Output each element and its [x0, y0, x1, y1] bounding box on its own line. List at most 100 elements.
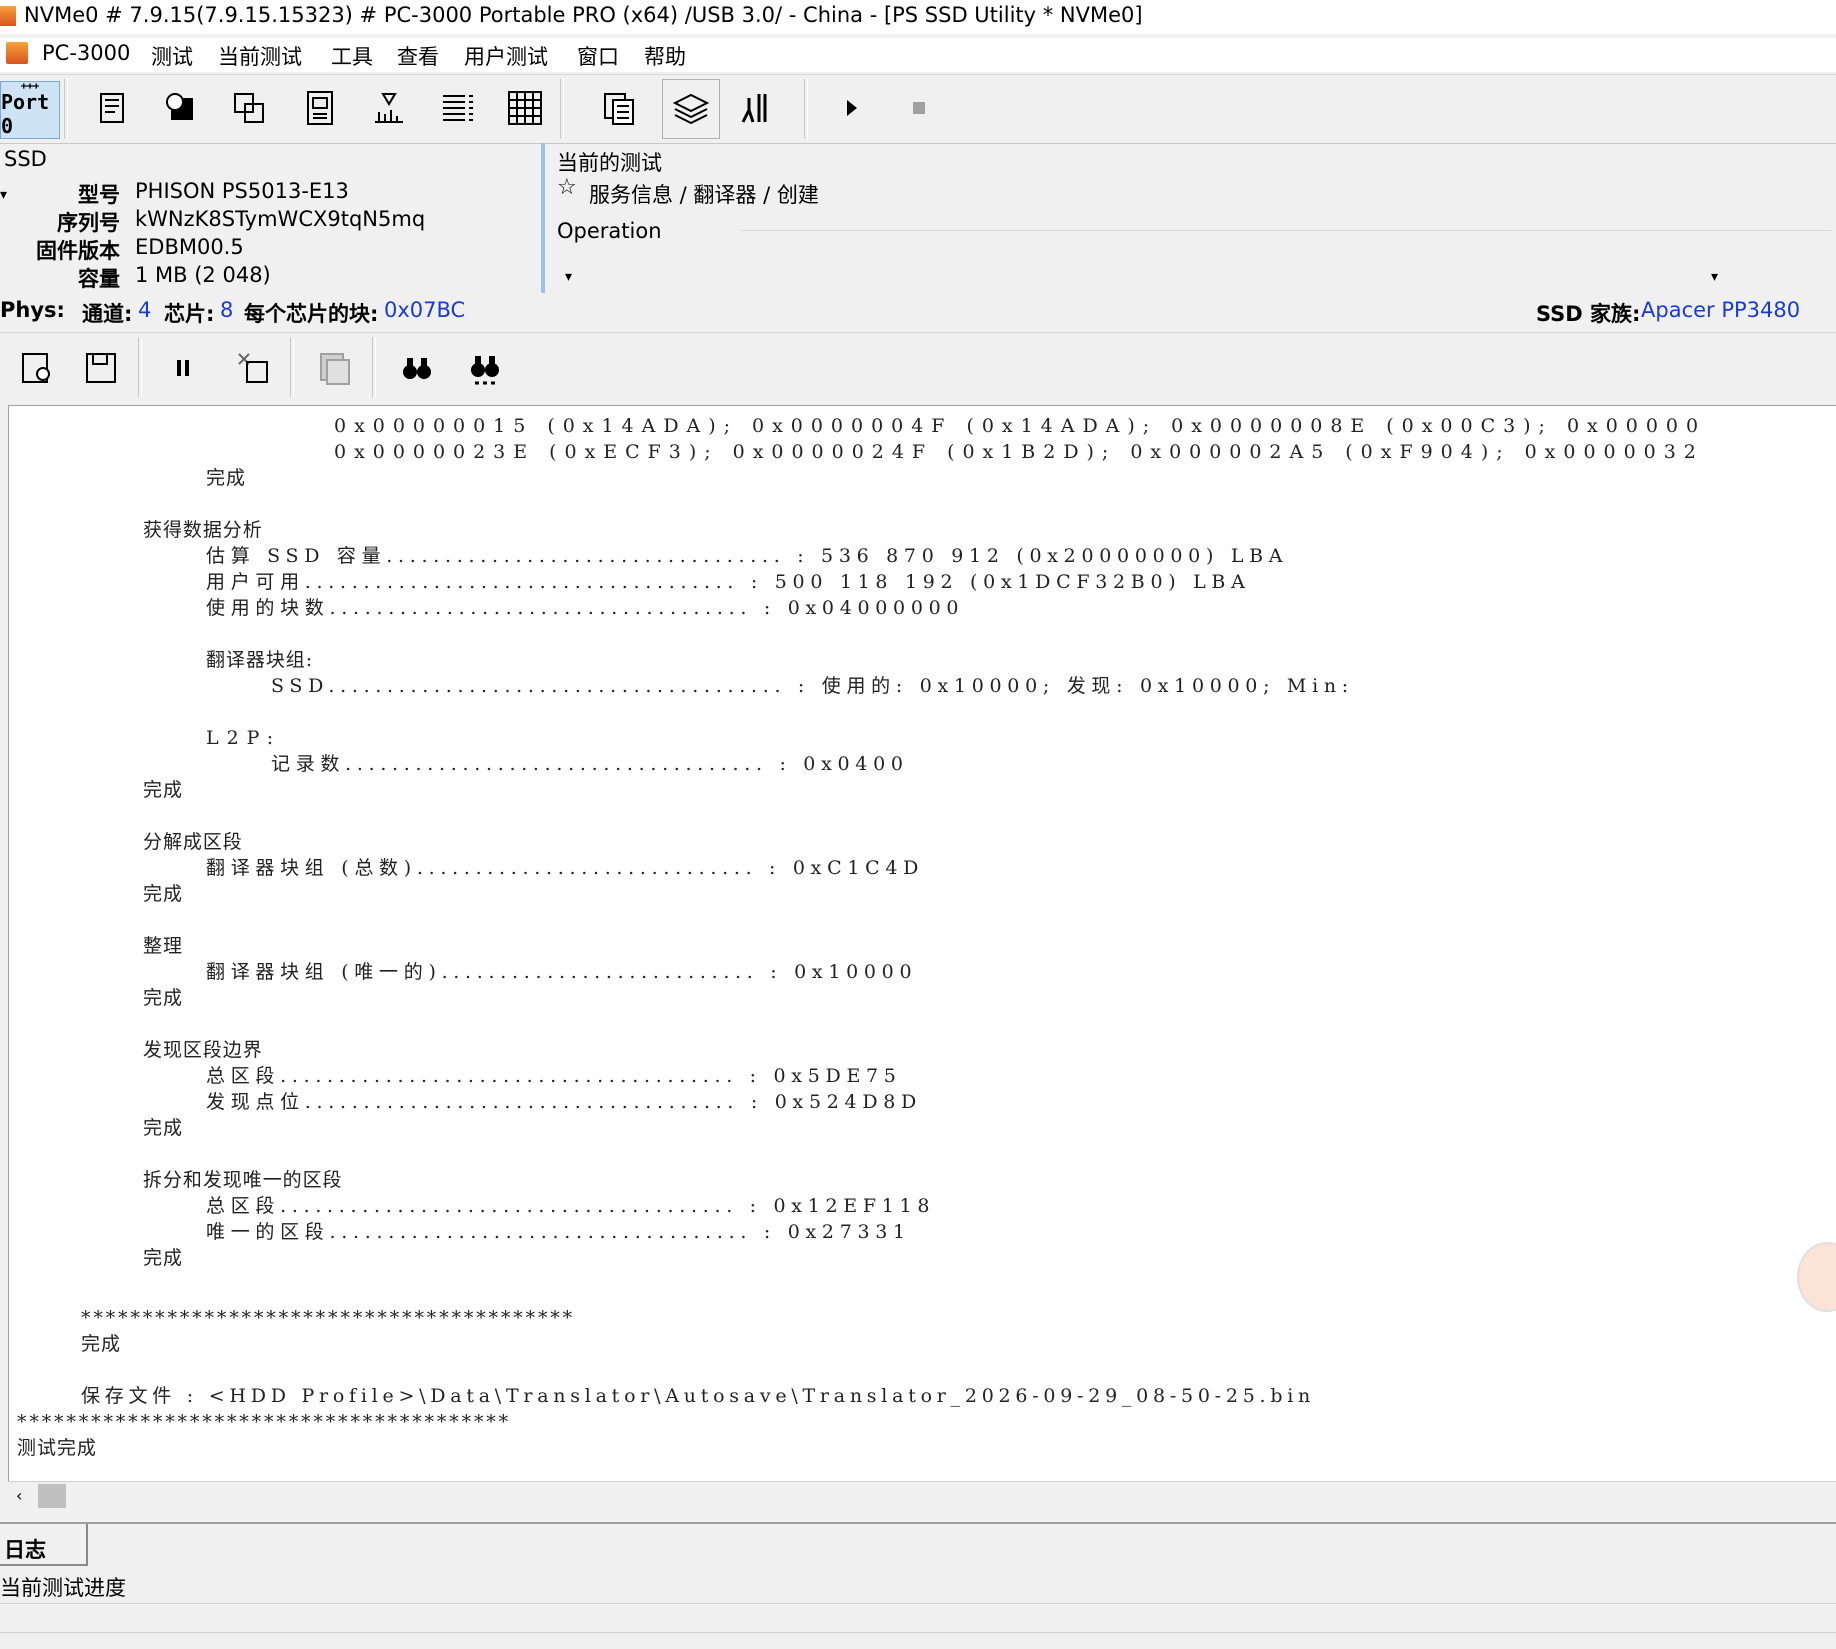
- channels-label: 通道:: [82, 302, 133, 326]
- port-button[interactable]: Port 0: [0, 81, 60, 139]
- blocks-label: 每个芯片的块:: [244, 302, 379, 326]
- current-test-header: 当前的测试: [557, 151, 662, 175]
- play-icon[interactable]: [828, 85, 874, 131]
- menu-view[interactable]: 查看: [397, 41, 439, 71]
- capacity-label: 容量: [78, 267, 120, 291]
- current-test-path: 服务信息 / 翻译器 / 创建: [589, 183, 819, 207]
- flask-chart-icon[interactable]: [366, 85, 412, 131]
- log-line: ****************************************: [81, 1307, 575, 1329]
- log-line: 用户可用....................................…: [206, 571, 1251, 593]
- log-line: 拆分和发现唯一的区段: [143, 1169, 343, 1191]
- scroll-thumb[interactable]: [38, 1484, 66, 1508]
- main-toolbar: Port 0: [0, 74, 1836, 144]
- log-line: 0x0000023E (0xECF3); 0x0000024F (0x1B2D)…: [334, 441, 1704, 463]
- ssd-stack-icon[interactable]: [662, 79, 720, 139]
- avatar[interactable]: [1797, 1242, 1836, 1312]
- chip-gear-icon[interactable]: [158, 85, 204, 131]
- log-line: 完成: [143, 883, 183, 905]
- log-line: ****************************************: [17, 1411, 511, 1433]
- log-line: 估算 SSD 容量...............................…: [206, 545, 1289, 567]
- firmware-label: 固件版本: [36, 239, 120, 263]
- title-bar: NVMe0 # 7.9.15(7.9.15.15323) # PC-3000 P…: [0, 0, 1836, 34]
- log-line: 保存文件 : <HDD Profile>\Data\Translator\Aut…: [81, 1385, 1316, 1407]
- device-info-panel: SSD ▾ 型号 PHISON PS5013-E13 序列号 kWNzK8STy…: [0, 143, 538, 293]
- progress-label: 当前测试进度: [0, 1576, 126, 1600]
- log-line: 测试完成: [17, 1437, 97, 1459]
- menu-help[interactable]: 帮助: [644, 41, 686, 71]
- log-line: 完成: [143, 987, 183, 1009]
- copy-disabled-icon[interactable]: [312, 345, 358, 391]
- menu-tools[interactable]: 工具: [331, 41, 373, 71]
- family-label: SSD 家族:: [1536, 302, 1641, 326]
- operation-expand-icon[interactable]: ▾: [565, 269, 572, 285]
- window-title: NVMe0 # 7.9.15(7.9.15.15323) # PC-3000 P…: [24, 3, 1143, 27]
- menu-pc3000[interactable]: PC-3000: [42, 41, 130, 65]
- operation-dropdown-icon[interactable]: ▾: [1711, 269, 1718, 285]
- progress-bar: [0, 1603, 1836, 1633]
- phys-bar: Phys: 通道: 4 芯片: 8 每个芯片的块: 0x07BC SSD 家族:…: [0, 294, 1836, 330]
- chips-label: 芯片:: [164, 302, 215, 326]
- current-test-panel: 当前的测试 ☆ 服务信息 / 翻译器 / 创建 Operation ▾ ▾: [541, 143, 1836, 293]
- log-line: 使用的块数...................................…: [206, 597, 965, 619]
- log-line: 记录数.................................... …: [271, 753, 909, 775]
- scroll-left-icon[interactable]: ‹: [16, 1486, 22, 1505]
- capacity-value: 1 MB (2 048): [135, 263, 271, 287]
- menu-test[interactable]: 测试: [151, 41, 193, 71]
- log-line: 翻译器块组 (总数)............................. …: [206, 857, 925, 879]
- app-icon: [0, 6, 16, 26]
- log-line: 完成: [143, 1117, 183, 1139]
- menu-current-test[interactable]: 当前测试: [218, 41, 302, 71]
- bottom-tab-row: 日志: [0, 1522, 1836, 1568]
- log-line: 0x00000015 (0x14ADA); 0x0000004F (0x14AD…: [334, 415, 1707, 437]
- save-icon[interactable]: [78, 345, 124, 391]
- pause-icon[interactable]: [160, 345, 206, 391]
- chip-copy-icon[interactable]: [226, 85, 272, 131]
- log-output[interactable]: 0x00000015 (0x14ADA); 0x0000004F (0x14AD…: [8, 405, 1836, 1481]
- pc3000-icon[interactable]: [6, 42, 28, 64]
- delete-save-icon[interactable]: [230, 345, 276, 391]
- log-line: 唯一的区段...................................…: [206, 1221, 911, 1243]
- log-line: 完成: [143, 1247, 183, 1269]
- operation-label: Operation: [557, 219, 662, 243]
- log-line: 完成: [81, 1333, 121, 1355]
- log-line: 分解成区段: [143, 831, 243, 853]
- log-line: 整理: [143, 935, 183, 957]
- tab-log[interactable]: 日志: [0, 1524, 88, 1566]
- section-title: SSD: [4, 147, 47, 171]
- log-line: 完成: [206, 467, 246, 489]
- chip-board-icon[interactable]: [297, 85, 343, 131]
- log-line: 发现区段边界: [143, 1039, 263, 1061]
- phys-label: Phys:: [0, 298, 65, 322]
- menu-window[interactable]: 窗口: [577, 41, 619, 71]
- log-line: 完成: [143, 779, 183, 801]
- settings-page-icon[interactable]: [14, 345, 60, 391]
- stop-icon[interactable]: [896, 85, 942, 131]
- star-icon[interactable]: ☆: [557, 175, 577, 200]
- walk-icon[interactable]: [732, 85, 778, 131]
- model-value: PHISON PS5013-E13: [135, 179, 349, 203]
- channels-value: 4: [138, 298, 152, 322]
- horizontal-scrollbar[interactable]: ‹: [8, 1481, 1836, 1510]
- log-line: 总区段.....................................…: [206, 1195, 936, 1217]
- list-icon[interactable]: [434, 85, 480, 131]
- copy-pages-icon[interactable]: [596, 85, 642, 131]
- firmware-value: EDBM00.5: [135, 235, 244, 259]
- find-next-icon[interactable]: [462, 345, 508, 391]
- log-line: 总区段.....................................…: [206, 1065, 902, 1087]
- serial-value: kWNzK8STymWCX9tqN5mq: [135, 207, 426, 231]
- log-line: 获得数据分析: [143, 519, 263, 541]
- scroll-doc-icon[interactable]: [90, 85, 136, 131]
- log-line: 翻译器块组 (唯一的)........................... :…: [206, 961, 918, 983]
- menu-user-tests[interactable]: 用户测试: [464, 41, 548, 71]
- serial-label: 序列号: [57, 211, 120, 235]
- binoculars-icon[interactable]: [394, 345, 440, 391]
- chips-value: 8: [220, 298, 234, 322]
- log-toolbar: [0, 332, 1836, 403]
- port-connector-icon: [21, 83, 39, 89]
- blocks-value: 0x07BC: [384, 298, 466, 322]
- menu-bar: PC-3000 测试 当前测试 工具 查看 用户测试 窗口 帮助: [0, 38, 1836, 72]
- log-line: L2P:: [206, 727, 282, 749]
- log-line: SSD.....................................…: [271, 675, 1354, 697]
- grid-icon[interactable]: [502, 85, 548, 131]
- family-value: Apacer PP3480: [1641, 298, 1801, 322]
